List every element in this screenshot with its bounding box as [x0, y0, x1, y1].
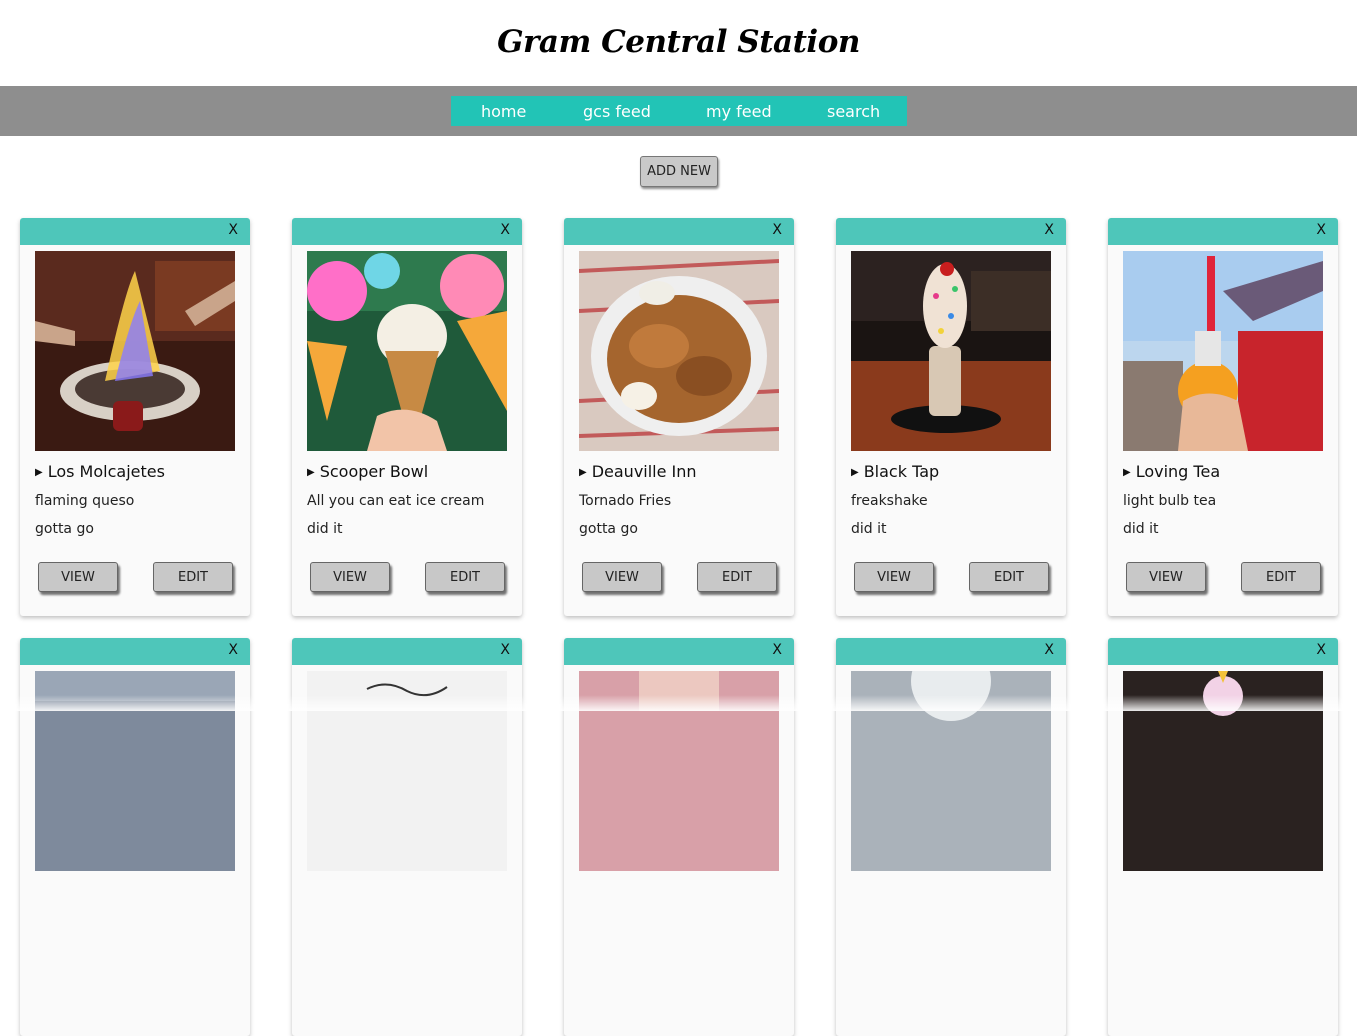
post-description: flaming queso — [35, 493, 135, 509]
post-card: X ▶ Loving Tea light bulb tea did it VIEW… — [1108, 218, 1338, 616]
post-card: X ▶ Scooper Bowl All you can eat ice crea… — [292, 218, 522, 616]
post-description: All you can eat ice cream — [307, 493, 485, 509]
expand-triangle-icon: ▶ — [579, 467, 587, 478]
expand-triangle-icon: ▶ — [35, 467, 43, 478]
expand-triangle-icon: ▶ — [851, 467, 859, 478]
post-description: freakshake — [851, 493, 928, 509]
nav-gcs-feed[interactable]: gcs feed — [583, 102, 651, 121]
nav-home[interactable]: home — [481, 102, 526, 121]
post-status: gotta go — [579, 521, 638, 537]
edit-button[interactable]: EDIT — [697, 562, 777, 592]
place-name-text: Deauville Inn — [591, 462, 697, 481]
post-description: light bulb tea — [1123, 493, 1217, 509]
card-header-bar: X — [20, 638, 250, 665]
place-name[interactable]: ▶ Deauville Inn — [579, 462, 697, 481]
post-card: X ▶ Deauville Inn Tornado Fries gotta go … — [564, 218, 794, 616]
delete-button[interactable]: X — [1044, 642, 1054, 658]
delete-button[interactable]: X — [1316, 642, 1326, 658]
place-name[interactable]: ▶ Black Tap — [851, 462, 939, 481]
post-card: X ▶ Black Tap freakshake did it VIEW EDIT — [836, 218, 1066, 616]
expand-triangle-icon: ▶ — [1123, 467, 1131, 478]
place-name[interactable]: ▶ Los Molcajetes — [35, 462, 165, 481]
view-button[interactable]: VIEW — [854, 562, 934, 592]
nav-links: home gcs feed my feed search — [451, 96, 907, 126]
place-name[interactable]: ▶ Loving Tea — [1123, 462, 1220, 481]
edit-button[interactable]: EDIT — [969, 562, 1049, 592]
nav-search[interactable]: search — [827, 102, 880, 121]
post-photo — [307, 251, 507, 451]
card-header-bar: X — [292, 218, 522, 245]
place-name-text: Black Tap — [863, 462, 940, 481]
card-header-bar: X — [836, 638, 1066, 665]
delete-button[interactable]: X — [500, 222, 510, 238]
delete-button[interactable]: X — [228, 222, 238, 238]
place-name[interactable]: ▶ Scooper Bowl — [307, 462, 428, 481]
post-status: did it — [1123, 521, 1159, 537]
post-status: gotta go — [35, 521, 94, 537]
post-status: did it — [851, 521, 887, 537]
post-photo — [1123, 251, 1323, 451]
place-name-text: Los Molcajetes — [47, 462, 165, 481]
delete-button[interactable]: X — [1044, 222, 1054, 238]
delete-button[interactable]: X — [772, 222, 782, 238]
nav-my-feed[interactable]: my feed — [706, 102, 772, 121]
card-header-bar: X — [20, 218, 250, 245]
expand-triangle-icon: ▶ — [307, 467, 315, 478]
place-name-text: Scooper Bowl — [319, 462, 429, 481]
post-card: X ▶ Los Molcajetes flaming queso gotta go… — [20, 218, 250, 616]
card-header-bar: X — [564, 638, 794, 665]
edit-button[interactable]: EDIT — [1241, 562, 1321, 592]
delete-button[interactable]: X — [772, 642, 782, 658]
view-button[interactable]: VIEW — [1126, 562, 1206, 592]
view-button[interactable]: VIEW — [38, 562, 118, 592]
place-name-text: Loving Tea — [1135, 462, 1221, 481]
delete-button[interactable]: X — [1316, 222, 1326, 238]
card-header-bar: X — [292, 638, 522, 665]
delete-button[interactable]: X — [228, 642, 238, 658]
bottom-fade — [0, 695, 1357, 711]
add-new-button[interactable]: ADD NEW — [640, 156, 718, 187]
card-header-bar: X — [564, 218, 794, 245]
view-button[interactable]: VIEW — [310, 562, 390, 592]
navbar: home gcs feed my feed search — [0, 86, 1357, 136]
post-photo — [579, 251, 779, 451]
card-header-bar: X — [1108, 218, 1338, 245]
card-header-bar: X — [1108, 638, 1338, 665]
post-photo — [851, 251, 1051, 451]
post-status: did it — [307, 521, 343, 537]
site-title: Gram Central Station — [497, 24, 860, 60]
delete-button[interactable]: X — [500, 642, 510, 658]
view-button[interactable]: VIEW — [582, 562, 662, 592]
card-header-bar: X — [836, 218, 1066, 245]
post-description: Tornado Fries — [579, 493, 672, 509]
edit-button[interactable]: EDIT — [425, 562, 505, 592]
edit-button[interactable]: EDIT — [153, 562, 233, 592]
post-photo — [35, 251, 235, 451]
